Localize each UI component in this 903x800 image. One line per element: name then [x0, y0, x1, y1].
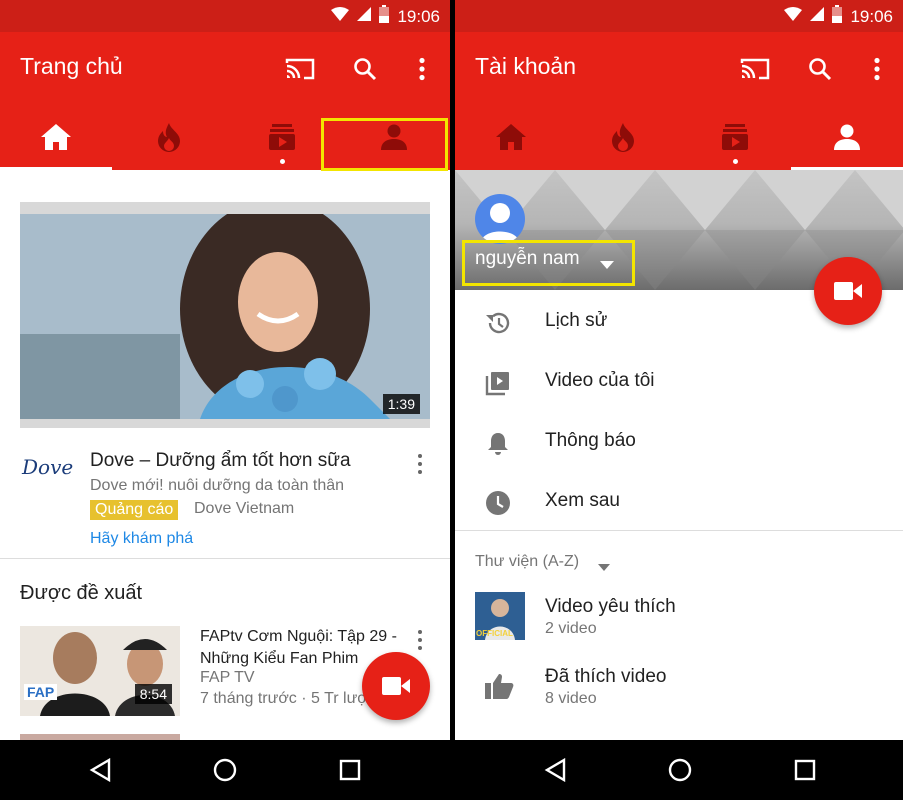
ad-explore-link[interactable]: Hãy khám phá	[90, 530, 193, 548]
trending-icon	[157, 123, 180, 152]
home-icon	[496, 124, 526, 150]
tab-account[interactable]	[791, 104, 903, 170]
recents-icon[interactable]	[335, 755, 365, 785]
section-title-recommended: Được đề xuất	[20, 582, 143, 604]
system-nav-bar	[0, 740, 450, 800]
library-header[interactable]: Thư viện (A-Z)	[475, 553, 579, 571]
subscriptions-icon	[722, 124, 748, 150]
ad-video-thumbnail[interactable]: 1:39	[20, 202, 430, 428]
tab-trending[interactable]	[112, 104, 225, 170]
ad-title[interactable]: Dove – Dưỡng ẩm tốt hơn sữa	[90, 450, 351, 472]
video-channel: FAP TV	[200, 669, 255, 686]
right-screen-account: 19:06 Tài khoản nguyễn nam Lịch sử Video…	[455, 0, 903, 800]
status-bar: 19:06	[455, 0, 903, 32]
upload-video-button[interactable]	[362, 652, 430, 720]
playlist-thumbnail[interactable]: OFFICIAL	[475, 592, 525, 640]
battery-icon	[832, 5, 843, 28]
menu-item-my-videos[interactable]: Video của tôi	[455, 352, 903, 412]
fap-logo: FAP	[24, 684, 58, 700]
home-button-icon[interactable]	[210, 755, 240, 785]
more-vert-icon[interactable]	[860, 52, 894, 86]
default-avatar-icon	[481, 203, 519, 242]
signal-icon	[810, 7, 825, 26]
cast-icon[interactable]	[738, 52, 772, 86]
library-item-title[interactable]: Video yêu thích	[545, 596, 676, 618]
clock-icon	[485, 490, 511, 516]
camera-icon	[382, 677, 410, 695]
menu-item-watch-later[interactable]: Xem sau	[455, 472, 903, 532]
playlist-thumb-text: OFFICIAL	[476, 629, 513, 638]
page-title: Tài khoản	[475, 53, 577, 79]
recents-icon[interactable]	[790, 755, 820, 785]
status-bar: 19:06	[0, 0, 450, 32]
search-icon[interactable]	[348, 52, 382, 86]
ad-channel: Dove Vietnam	[194, 500, 295, 517]
library-sort-arrow-icon[interactable]	[598, 558, 610, 576]
home-icon	[41, 124, 71, 150]
signal-icon	[357, 7, 372, 26]
thumb-up-icon	[485, 672, 515, 705]
video-thumbnail[interactable]: FAP 8:54	[20, 626, 180, 716]
menu-item-notifications[interactable]: Thông báo	[455, 412, 903, 472]
back-icon[interactable]	[540, 755, 570, 785]
duration-badge: 1:39	[382, 394, 420, 414]
status-time: 19:06	[850, 6, 893, 26]
highlight-box-account-name	[462, 240, 635, 286]
divider	[0, 558, 450, 559]
avatar[interactable]	[475, 194, 525, 244]
tab-new-dot	[733, 159, 738, 164]
dove-logo: Dove	[22, 455, 74, 479]
subscriptions-icon	[268, 124, 295, 150]
tab-home[interactable]	[0, 104, 112, 170]
tab-trending[interactable]	[567, 104, 679, 170]
library-item-count: 8 video	[545, 690, 597, 707]
ad-thumbnail-image	[20, 214, 430, 419]
app-bar: Trang chủ	[0, 32, 450, 104]
tab-subscriptions[interactable]	[679, 104, 791, 170]
search-icon[interactable]	[803, 52, 837, 86]
menu-item-history[interactable]: Lịch sử	[455, 292, 903, 352]
wifi-icon	[784, 7, 803, 26]
divider	[455, 530, 903, 531]
battery-icon	[379, 5, 390, 28]
status-time: 19:06	[397, 6, 440, 26]
back-icon[interactable]	[85, 755, 115, 785]
menu-label: Video của tôi	[545, 370, 655, 391]
page-title: Trang chủ	[20, 53, 123, 79]
more-vert-icon[interactable]	[405, 52, 439, 86]
library-item-title[interactable]: Đã thích video	[545, 666, 666, 688]
history-icon	[485, 310, 511, 336]
video-duration: 8:54	[134, 684, 172, 704]
my-videos-icon	[485, 370, 511, 396]
account-icon	[834, 124, 860, 150]
ad-badge: Quảng cáo	[90, 500, 179, 520]
wifi-icon	[331, 7, 350, 26]
left-screen-home: 19:06 Trang chủ 1:39 Dove Dove – Dưỡng ẩ…	[0, 0, 450, 800]
app-bar: Tài khoản	[455, 32, 903, 104]
video-more-icon[interactable]	[410, 628, 430, 652]
menu-label: Xem sau	[545, 490, 620, 511]
system-nav-bar	[455, 740, 903, 800]
library-item-count: 2 video	[545, 620, 597, 637]
bell-icon	[485, 430, 511, 456]
ad-more-icon[interactable]	[410, 452, 430, 476]
cast-icon[interactable]	[283, 52, 317, 86]
home-button-icon[interactable]	[665, 755, 695, 785]
tab-home[interactable]	[455, 104, 567, 170]
highlight-box-account-tab	[321, 118, 448, 171]
tab-new-dot	[279, 159, 285, 164]
menu-label: Thông báo	[545, 430, 636, 451]
menu-label: Lịch sử	[545, 310, 608, 331]
tab-selected-indicator	[0, 167, 112, 170]
tab-bar	[455, 104, 903, 170]
ad-subtitle: Dove mới! nuôi dưỡng da toàn thân	[90, 477, 345, 494]
trending-icon	[612, 123, 634, 152]
